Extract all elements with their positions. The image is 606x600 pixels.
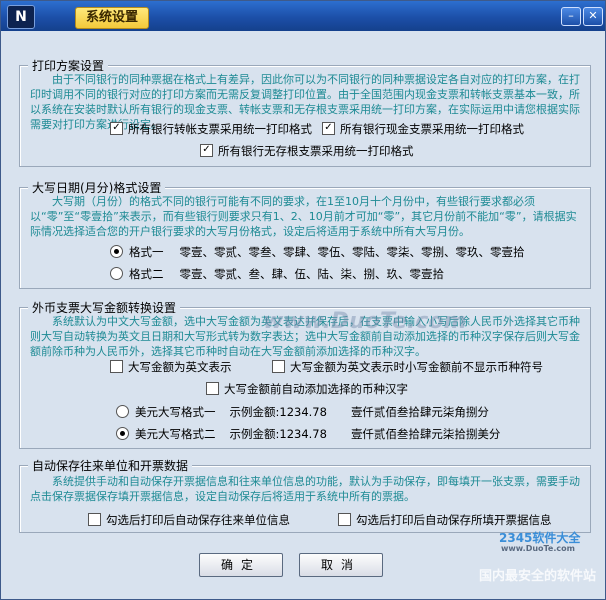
app-logo-icon: N [7, 5, 35, 29]
autosave-ticket-checkbox[interactable]: 勾选后打印后自动保存所填开票据信息 [338, 512, 552, 528]
date-format-description: 大写期（月份）的格式不同的银行可能有不同的要求，在1至10月十个月份中，有些银行… [30, 195, 577, 238]
autosave-group: 自动保存往来单位和开票数据 系统提供手动和自动保存开票据信息和往来单位信息的功能… [19, 457, 591, 533]
prefix-currency-name-checkbox[interactable]: 大写金额前自动添加选择的币种汉字 [206, 381, 408, 397]
date-format-group: 大写日期(月分)格式设置 大写期（月份）的格式不同的银行可能有不同的要求，在1至… [19, 179, 591, 289]
title-bar[interactable]: N 系统设置 – ✕ [1, 1, 605, 31]
radio-selected-icon[interactable] [110, 245, 123, 258]
unified-transfer-check-checkbox[interactable]: ✓ 所有银行转帐支票采用统一打印格式 [110, 121, 312, 137]
small-url-watermark: www.DuoTe.com [501, 544, 575, 553]
close-icon[interactable]: ✕ [583, 7, 603, 26]
radio-unselected-icon[interactable] [116, 405, 129, 418]
date-format-two-radio[interactable]: 格式二 零壹、零贰、叁、肆、伍、陆、柒、捌、玖、零壹拾 [110, 266, 444, 282]
checkbox-unchecked-icon[interactable] [338, 513, 351, 526]
checkbox-checked-icon[interactable]: ✓ [110, 122, 123, 135]
autosave-unit-checkbox[interactable]: 勾选后打印后自动保存往来单位信息 [88, 512, 290, 528]
window-title: 系统设置 [75, 7, 150, 29]
checkbox-unchecked-icon[interactable] [272, 360, 285, 373]
autosave-title: 自动保存往来单位和开票数据 [28, 457, 193, 474]
unified-cash-check-checkbox[interactable]: ✓ 所有银行现金支票采用统一打印格式 [322, 121, 524, 137]
minimize-icon[interactable]: – [561, 7, 581, 26]
usd-format-one-radio[interactable]: 美元大写格式一 示例金额:1234.78 壹仟贰佰叁拾肆元柒角捌分 [116, 404, 489, 420]
radio-unselected-icon[interactable] [110, 267, 123, 280]
english-amount-checkbox[interactable]: 大写金额为英文表示 [110, 359, 232, 375]
hide-currency-symbol-checkbox[interactable]: 大写金额为英文表示时小写金额前不显示币种符号 [272, 359, 543, 375]
checkbox-checked-icon[interactable]: ✓ [200, 144, 213, 157]
date-format-one-radio[interactable]: 格式一 零壹、零贰、零叁、零肆、零伍、零陆、零柒、零捌、零玖、零壹拾 [110, 244, 525, 260]
ok-button[interactable]: 确定 [199, 553, 283, 577]
unified-stubless-check-checkbox[interactable]: ✓ 所有银行无存根支票采用统一打印格式 [200, 143, 414, 159]
cancel-button[interactable]: 取消 [299, 553, 383, 577]
checkbox-unchecked-icon[interactable] [110, 360, 123, 373]
slogan-watermark: 国内最安全的软件站 [479, 569, 597, 584]
print-scheme-group: 打印方案设置 由于不同银行的同种票据在格式上有差异，因此你可以为不同银行的同种票… [19, 57, 591, 167]
usd-format-two-radio[interactable]: 美元大写格式二 示例金额:1234.78 壹仟贰佰叁拾肆元柒拾捌美分 [116, 426, 500, 442]
radio-selected-icon[interactable] [116, 427, 129, 440]
settings-window: N 系统设置 – ✕ 打印方案设置 由于不同银行的同种票据在格式上有差异，因此你… [0, 0, 606, 600]
site-watermark: www.DuoTe.com [263, 309, 467, 334]
checkbox-checked-icon[interactable]: ✓ [322, 122, 335, 135]
checkbox-unchecked-icon[interactable] [88, 513, 101, 526]
checkbox-unchecked-icon[interactable] [206, 382, 219, 395]
autosave-description: 系统提供手动和自动保存开票据信息和往来单位信息的功能，默认为手动保存，即每填开一… [30, 475, 580, 503]
